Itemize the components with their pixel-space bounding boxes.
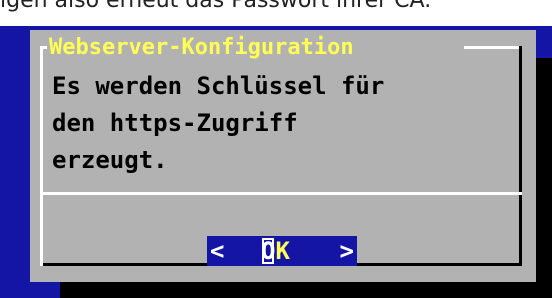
ok-hotkey: O: [261, 237, 276, 265]
dialog-title: Webserver-Konfiguration: [47, 35, 356, 61]
frame-right: [519, 56, 522, 266]
dialog-message: Es werden Schlüssel für den https-Zugrif…: [52, 68, 512, 179]
message-line: erzeugt.: [52, 146, 168, 174]
button-left-bracket: <: [210, 237, 225, 265]
message-dialog: Webserver-Konfiguration Es werden Schlüs…: [30, 30, 536, 282]
message-line: den https-Zugriff: [52, 109, 298, 137]
dialog-shadow-right: [536, 58, 552, 298]
ok-label-rest: K: [275, 237, 290, 265]
ok-button[interactable]: < OK >: [207, 236, 357, 266]
ok-button-label: OK: [261, 236, 290, 266]
frame-left: [40, 46, 43, 266]
frame-corner-top-right: [519, 46, 522, 56]
button-right-bracket: >: [339, 237, 354, 265]
frame-separator: [40, 192, 522, 195]
background-text-strip: igen also erneut das Passwort ihrer CA.: [0, 0, 552, 26]
dialog-shadow-bottom: [60, 282, 552, 298]
frame-top-right: [464, 46, 522, 49]
frame-separator-tick: [519, 192, 522, 195]
frame-corner-bottom-left: [40, 256, 43, 266]
background-text: igen also erneut das Passwort ihrer CA.: [0, 0, 432, 13]
message-line: Es werden Schlüssel für: [52, 72, 385, 100]
